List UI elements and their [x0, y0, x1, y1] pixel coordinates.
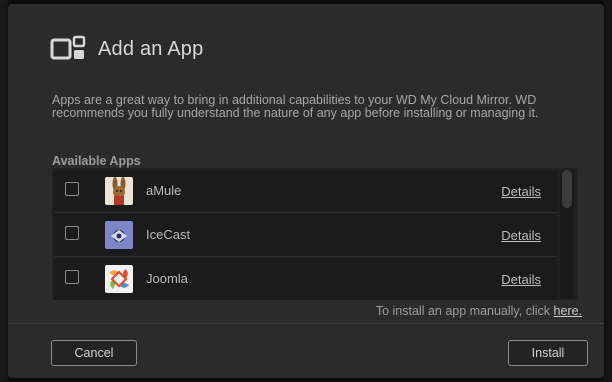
details-link-amule[interactable]: Details [501, 184, 541, 199]
background-left [0, 0, 8, 382]
manual-install-text: To install an app manually, click here. [376, 304, 582, 318]
amule-icon [105, 177, 133, 205]
footer-divider [8, 323, 604, 324]
dialog-description: Apps are a great way to bring in additio… [52, 93, 539, 120]
app-checkbox-icecast[interactable] [65, 226, 79, 240]
install-button[interactable]: Install [508, 340, 588, 366]
app-name-icecast: IceCast [146, 227, 191, 242]
dialog-header: Add an App [50, 34, 203, 64]
apps-icon [50, 34, 88, 64]
background-right [604, 0, 612, 382]
details-link-icecast[interactable]: Details [501, 228, 541, 243]
icecast-icon [105, 221, 133, 249]
cancel-button[interactable]: Cancel [51, 340, 137, 366]
manual-install-link[interactable]: here. [554, 304, 583, 318]
dialog-title: Add an App [98, 37, 204, 60]
app-name-joomla: Joomla [146, 271, 188, 286]
manual-install-label: To install an app manually, click [375, 304, 551, 318]
add-app-dialog: Add an App Apps are a great way to bring… [8, 4, 604, 378]
app-list-scrollbar[interactable] [560, 170, 574, 298]
details-link-joomla[interactable]: Details [501, 272, 541, 287]
app-checkbox-joomla[interactable] [65, 270, 79, 284]
app-row-icecast: IceCast Details [54, 214, 557, 257]
app-name-amule: aMule [146, 183, 182, 198]
scrollbar-thumb[interactable] [562, 170, 572, 208]
joomla-icon [105, 265, 133, 293]
available-apps-label: Available Apps [52, 154, 141, 168]
app-checkbox-amule[interactable] [65, 182, 79, 196]
app-row-amule: aMule Details [54, 170, 557, 213]
app-row-joomla: Joomla Details [54, 258, 557, 300]
app-list: aMule Details IceCast Details Joomla Det… [52, 168, 578, 300]
